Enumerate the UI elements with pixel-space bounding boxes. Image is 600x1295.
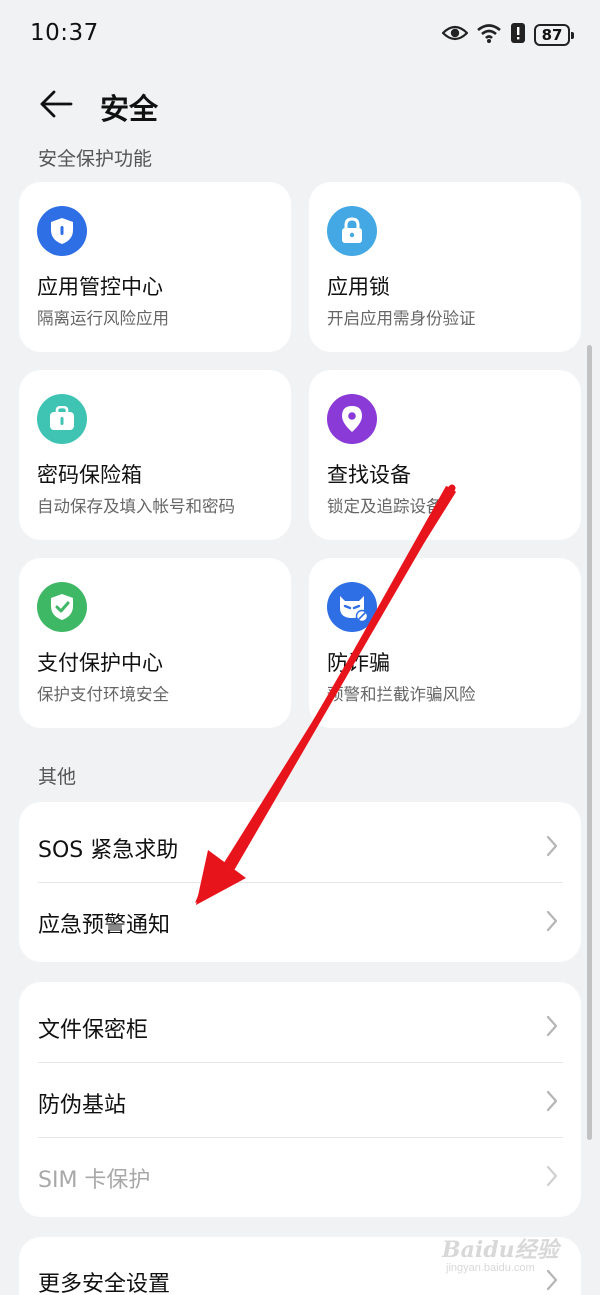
battery-icon: 87: [534, 24, 574, 46]
list-item-label: SOS 紧急求助: [38, 838, 179, 863]
list-item-label: SIM 卡保护: [38, 1168, 151, 1193]
feature-desc: 开启应用需身份验证: [327, 309, 476, 328]
feature-card-app-control[interactable]: 应用管控中心 隔离运行风险应用: [19, 182, 291, 352]
feature-title: 查找设备: [327, 463, 411, 487]
wifi-icon: [476, 22, 502, 48]
feature-title: 应用锁: [327, 275, 390, 299]
feature-title: 支付保护中心: [37, 651, 163, 675]
feature-desc: 隔离运行风险应用: [37, 309, 169, 328]
settings-group-privacy: 文件保密柜 防伪基站 SIM 卡保护: [19, 982, 581, 1217]
chevron-right-icon: [543, 1163, 561, 1189]
feature-title: 防诈骗: [327, 651, 390, 675]
list-item-label: 防伪基站: [38, 1093, 127, 1118]
anti-fraud-icon: [327, 582, 377, 632]
back-arrow-icon: [39, 90, 73, 122]
alert-icon: [510, 22, 526, 48]
feature-card-payment-protection[interactable]: 支付保护中心 保护支付环境安全: [19, 558, 291, 728]
scrollbar[interactable]: [587, 345, 592, 1140]
lock-icon: [327, 206, 377, 256]
chevron-right-icon: [543, 908, 561, 934]
list-item-label: 应急预警通知: [38, 913, 171, 938]
section-label-other: 其他: [38, 766, 77, 788]
feature-card-anti-fraud[interactable]: 防诈骗 预警和拦截诈骗风险: [309, 558, 581, 728]
section-label-protection: 安全保护功能: [38, 148, 153, 170]
feature-desc: 自动保存及填入帐号和密码: [37, 497, 235, 516]
feature-title: 应用管控中心: [37, 275, 163, 299]
status-bar: 10:37 87: [0, 0, 600, 70]
list-item-label: 文件保密柜: [38, 1018, 149, 1043]
list-item-emergency-alert[interactable]: 应急预警通知: [19, 883, 581, 958]
eye-icon: [441, 24, 469, 46]
feature-desc: 保护支付环境安全: [37, 685, 169, 704]
page-title: 安全: [100, 92, 159, 126]
status-time: 10:37: [30, 20, 99, 46]
page-header: 安全: [0, 70, 600, 145]
check-shield-icon: [37, 582, 87, 632]
chevron-right-icon: [543, 1013, 561, 1039]
back-button[interactable]: [34, 84, 78, 128]
settings-group-emergency: SOS 紧急求助 应急预警通知: [19, 802, 581, 962]
list-item-label: 更多安全设置: [38, 1272, 171, 1295]
feature-card-find-device[interactable]: 查找设备 锁定及追踪设备: [309, 370, 581, 540]
list-item-file-safe[interactable]: 文件保密柜: [19, 988, 581, 1063]
list-item-sim-protection[interactable]: SIM 卡保护: [19, 1138, 581, 1213]
safe-icon: [37, 394, 87, 444]
feature-title: 密码保险箱: [37, 463, 142, 487]
watermark-url: jingyan.baidu.com: [446, 1262, 535, 1274]
feature-card-app-lock[interactable]: 应用锁 开启应用需身份验证: [309, 182, 581, 352]
shield-icon: [37, 206, 87, 256]
status-icons: 87: [441, 20, 574, 50]
feature-desc: 预警和拦截诈骗风险: [327, 685, 476, 704]
feature-card-password-safe[interactable]: 密码保险箱 自动保存及填入帐号和密码: [19, 370, 291, 540]
chevron-right-icon: [543, 1088, 561, 1114]
watermark: Baidu经验 jingyan.baidu.com: [438, 1232, 578, 1284]
feature-desc: 锁定及追踪设备: [327, 497, 443, 516]
watermark-text: Baidu经验: [442, 1237, 559, 1263]
location-pin-icon: [327, 394, 377, 444]
chevron-right-icon: [543, 833, 561, 859]
list-item-fake-base-station[interactable]: 防伪基站: [19, 1063, 581, 1138]
list-item-sos[interactable]: SOS 紧急求助: [19, 808, 581, 883]
